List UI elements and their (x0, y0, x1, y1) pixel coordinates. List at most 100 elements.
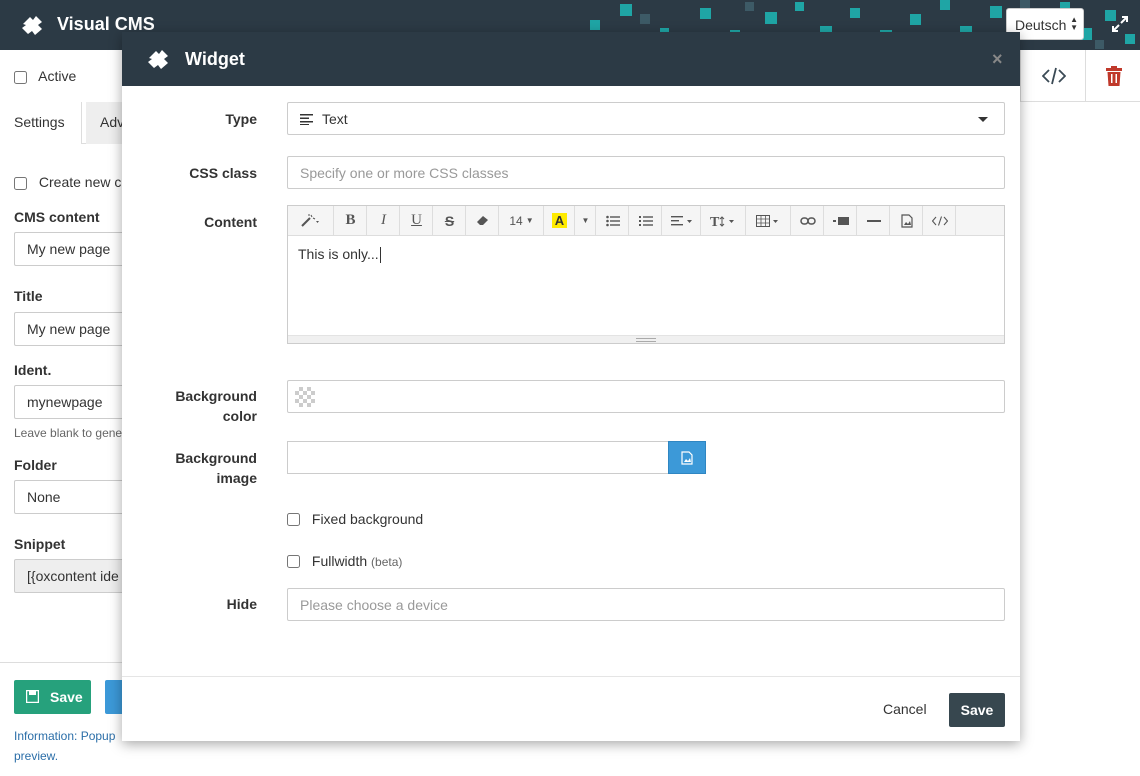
background-color-input[interactable] (287, 380, 1005, 413)
code-icon (931, 215, 948, 226)
grip-icon (636, 338, 656, 342)
folder-label: Folder (14, 457, 57, 473)
hide-device-select[interactable]: Please choose a device (287, 588, 1005, 621)
fullwidth-row[interactable]: Fullwidth (beta) (287, 553, 402, 569)
background-image-label: Background image (122, 448, 257, 488)
transparent-swatch-icon[interactable] (295, 387, 315, 407)
numbered-list-icon (638, 215, 653, 226)
type-label: Type (225, 111, 257, 127)
editor-toolbar: B I U S 14 ▼ A ▼ T (288, 206, 1004, 236)
css-class-input[interactable]: Specify one or more CSS classes (287, 156, 1005, 189)
editor-resize-handle[interactable] (288, 335, 1004, 343)
unordered-list-button[interactable] (597, 206, 629, 235)
editor-content-area[interactable]: This is only... (298, 246, 381, 264)
eraser-icon (476, 215, 488, 225)
content-toolbar (1020, 50, 1140, 102)
background-color-label-line-1: Background (175, 388, 257, 404)
cms-content-label: CMS content (14, 209, 100, 225)
underline-button[interactable]: U (401, 206, 433, 235)
paragraph-align-button[interactable] (663, 206, 701, 235)
snippet-label: Snippet (14, 536, 66, 552)
caret-down-icon: ▼ (525, 216, 534, 225)
delete-button[interactable] (1086, 50, 1140, 102)
chevron-down-icon (978, 117, 988, 122)
trash-icon (1106, 66, 1122, 86)
hide-label: Hide (226, 596, 257, 612)
image-file-icon (900, 213, 913, 228)
table-button[interactable] (747, 206, 791, 235)
css-class-label: CSS class (189, 165, 257, 181)
puzzle-logo-icon (148, 50, 168, 69)
active-label: Active (38, 68, 77, 84)
horizontal-rule-icon (866, 219, 881, 222)
line-height-button[interactable]: T (702, 206, 746, 235)
create-new-checkbox[interactable] (14, 176, 27, 190)
close-icon[interactable]: × (992, 49, 1003, 70)
magic-wand-icon (300, 213, 319, 227)
choose-image-button[interactable] (668, 441, 706, 474)
fixed-background-label: Fixed background (311, 511, 424, 527)
content-label: Content (204, 214, 257, 230)
strikethrough-button[interactable]: S (434, 206, 466, 235)
save-button[interactable]: Save (949, 693, 1005, 727)
create-new-label: Create new co (38, 174, 130, 190)
background-color-label-line-2: color (222, 408, 257, 424)
insert-image-button[interactable] (891, 206, 923, 235)
text-align-icon (300, 114, 313, 125)
select-arrows-icon: ▲ ▼ (1070, 15, 1078, 32)
fixed-background-row[interactable]: Fixed background (287, 511, 423, 527)
horizontal-rule-button[interactable] (858, 206, 890, 235)
modal-header: Widget × (122, 32, 1020, 86)
bold-button[interactable]: B (335, 206, 367, 235)
tab-settings[interactable]: Settings (0, 102, 82, 144)
font-size-button[interactable]: 14 ▼ (500, 206, 544, 235)
align-left-icon (670, 215, 692, 225)
create-new-content-row[interactable]: Create new co (14, 174, 129, 190)
sidebar-save-button[interactable]: Save (14, 680, 91, 714)
magic-style-button[interactable] (288, 206, 334, 235)
source-code-button[interactable] (1020, 50, 1086, 102)
fullwidth-checkbox[interactable] (287, 554, 300, 568)
line-height-icon: T (710, 215, 734, 228)
type-select[interactable]: Text (287, 102, 1005, 135)
highlight-color-button[interactable]: A (545, 206, 575, 235)
fullscreen-expand-icon[interactable] (1111, 15, 1129, 33)
font-size-value: 14 (509, 213, 523, 228)
hide-device-placeholder: Please choose a device (300, 597, 448, 613)
modal-footer: Cancel Save (122, 676, 1020, 741)
sidebar-save-label: Save (50, 689, 83, 705)
italic-button[interactable]: I (368, 206, 400, 235)
css-class-placeholder: Specify one or more CSS classes (300, 165, 509, 181)
svg-text:T: T (710, 215, 720, 228)
code-view-button[interactable] (924, 206, 956, 235)
ident-help-text: Leave blank to gene (14, 426, 123, 440)
fixed-background-checkbox[interactable] (287, 512, 300, 526)
video-button[interactable] (825, 206, 857, 235)
modal-title: Widget (185, 49, 245, 69)
video-icon (832, 216, 849, 225)
ident-label: Ident. (14, 362, 52, 378)
fullwidth-label: Fullwidth (311, 553, 368, 569)
eraser-button[interactable] (467, 206, 499, 235)
background-image-label-line-1: Background (175, 450, 257, 466)
cancel-button[interactable]: Cancel (883, 701, 927, 717)
background-image-input[interactable] (287, 441, 669, 474)
ordered-list-button[interactable] (630, 206, 662, 235)
info-line-2: preview. (14, 749, 59, 763)
link-button[interactable] (792, 206, 824, 235)
editor-text: This is only... (298, 246, 379, 262)
beta-tag: (beta) (371, 555, 403, 569)
background-color-label: Background color (122, 386, 257, 426)
color-dropdown-button[interactable]: ▼ (576, 206, 596, 235)
puzzle-logo-icon (22, 16, 42, 35)
widget-modal: Widget × Type Text CSS class Specify one… (122, 32, 1020, 741)
title-label: Title (14, 288, 43, 304)
active-checkbox-row[interactable]: Active (14, 68, 76, 84)
code-icon (1042, 67, 1066, 85)
rich-text-editor: B I U S 14 ▼ A ▼ T This is only... (287, 205, 1005, 344)
table-icon (755, 214, 778, 227)
highlight-a-icon: A (551, 213, 568, 228)
background-image-label-line-2: image (216, 470, 257, 486)
active-checkbox[interactable] (14, 70, 27, 84)
floppy-disk-icon (26, 690, 39, 703)
